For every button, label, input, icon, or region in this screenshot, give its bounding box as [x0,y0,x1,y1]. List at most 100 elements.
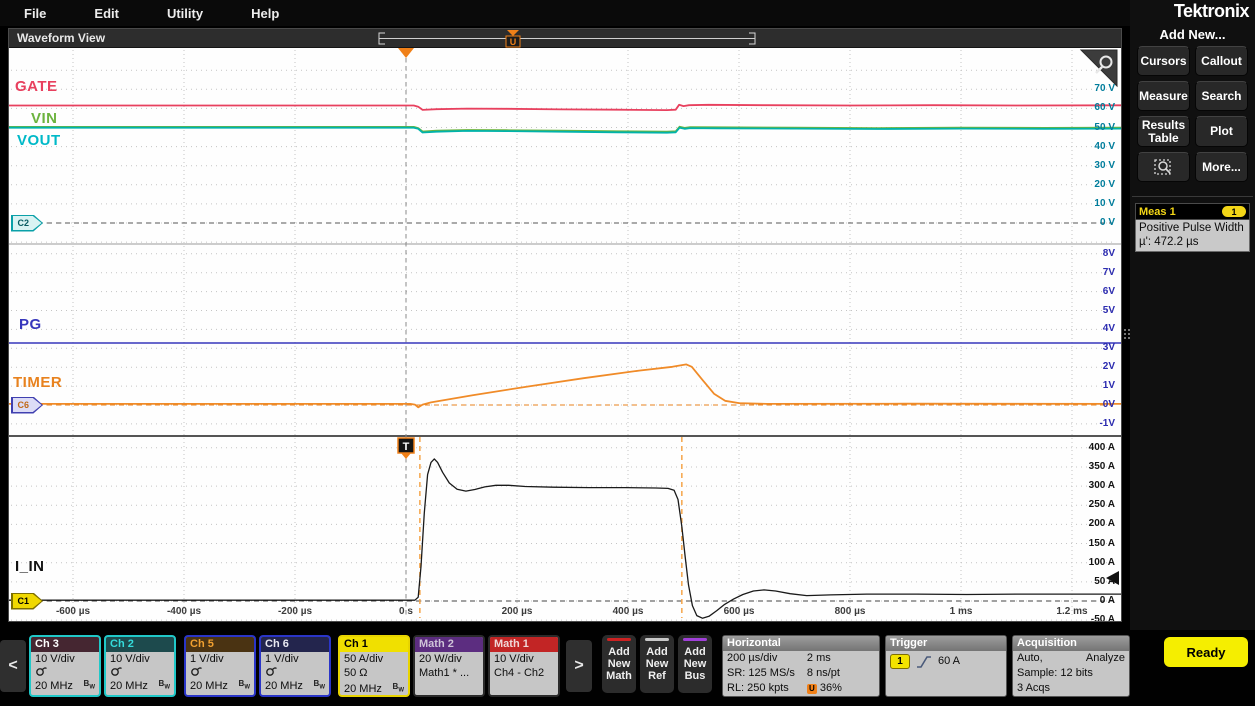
meas1-result-type: Positive Pulse Width [1139,222,1244,234]
axis-tick-label: 70 V [1094,83,1115,95]
channel-badge-header: Ch 1 [340,637,408,652]
waveform-view-titlebar: Waveform View U [9,29,1121,48]
axis-tick-label: 10 V [1094,197,1115,209]
sidebar-button-results-table[interactable]: Results Table [1137,116,1190,148]
meas1-badge[interactable]: Meas 1 1 Positive Pulse Width µ': 472.2 … [1135,203,1250,252]
axis-tick-label: 8V [1102,247,1115,259]
time-axis-label: 400 µs [612,606,644,617]
trigger-panel[interactable]: Trigger 1 60 A [885,635,1007,697]
axis-tick-label: 250 A [1088,499,1115,511]
probe-icon [111,667,122,676]
add-new-bus-button[interactable]: Add New Bus [678,635,712,693]
channel-badge-math2[interactable]: Math 2 20 W/div Math1 * ... [413,635,485,697]
axis-tick-label: 20 V [1094,178,1115,190]
waveform-view-title: Waveform View [17,31,106,45]
probe-icon [191,667,202,676]
badge-info-row: Math1 * ... [419,667,470,679]
acquisition-row-1: Auto, Analyze [1017,652,1125,664]
trace-name-vin: VIN [31,110,58,127]
waveform-plot-area[interactable]: T 70 V 60 V 50 V 40 V 30 V 20 V 10 V 0 V 8V 7V 6V 5V… [9,48,1121,621]
menu-item-edit[interactable]: Edit [70,6,143,21]
badge-info-row: 50 Ω [344,667,368,679]
meas1-count-pill: 1 [1222,206,1246,217]
axis-tick-label: 60 V [1094,102,1115,114]
channel-badge-math1[interactable]: Math 1 10 V/div Ch4 - Ch2 [488,635,560,697]
trigger-t-pointer [401,453,411,459]
badge-scale-row: 20 W/div [419,653,462,665]
horizontal-panel[interactable]: Horizontal 200 µs/div 2 ms SR: 125 MS/s 8 ns… [722,635,880,697]
bandwidth-limit-icon: BW [313,679,325,691]
scroll-badges-left-button[interactable]: < [0,640,26,692]
probe-icon [266,667,277,676]
horizontal-position-overview[interactable]: U [377,29,757,48]
sidebar-button-zoom-select[interactable] [1137,152,1190,183]
meas1-name: Meas 1 [1139,205,1176,218]
acquisition-status-ready: Ready [1164,637,1248,667]
waveform-canvas: T [9,48,1121,621]
overview-position-triangle[interactable] [507,30,519,36]
axis-tick-label: 50 V [1094,121,1115,133]
trigger-position-triangle[interactable] [398,48,414,58]
trace-timer[interactable] [9,363,1121,409]
overview-marker-label: U [510,37,517,47]
time-axis-label: 200 µs [501,606,533,617]
add-new-ref-button[interactable]: Add New Ref [640,635,674,693]
sidebar-button-callout[interactable]: Callout [1195,46,1248,76]
sidebar-button-measure[interactable]: Measure [1137,81,1190,111]
horizontal-row-3: RL: 250 kpts U 36% [727,682,842,694]
axis-tick-label: 200 A [1088,518,1115,530]
channel-ref-c6[interactable]: C6 [11,396,43,414]
axis-tick-label: 5V [1102,304,1115,316]
sidebar-button-search[interactable]: Search [1195,81,1248,111]
badge-bandwidth-row: 20 MHz BW [261,677,329,695]
badge-bandwidth-row: 20 MHz BW [186,677,254,695]
channel-badge-ch6[interactable]: Ch 61 V/div 20 MHz BW [259,635,331,697]
channel-badge-header: Ch 5 [186,637,254,652]
axis-tick-label: 50 A [1094,575,1115,587]
axis-tick-label: -1V [1099,417,1115,429]
menu-item-help[interactable]: Help [227,6,303,21]
channel-badge-ch3[interactable]: Ch 3 10 V/div 20 MHz BW [29,635,101,697]
add-new-math-button[interactable]: Add New Math [602,635,636,693]
channel-ref-c2[interactable]: C2 [11,214,43,232]
trigger-slope-rising-icon [917,655,931,668]
channel-badge-ch1[interactable]: Ch 1 50 A/div 50 Ω 20 MHz BW [338,635,410,697]
probe-icon [36,667,47,676]
channel-ref-c1[interactable]: C1 [11,592,43,610]
sidebar-button-cursors[interactable]: Cursors [1137,46,1190,76]
axis-tick-label: 3V [1102,342,1115,354]
menu-item-file[interactable]: File [0,6,70,21]
trace-name-timer: TIMER [13,374,63,391]
trigger-t-label: T [403,441,410,453]
channel-badge-header: Ch 6 [261,637,329,652]
bandwidth-limit-icon: BW [158,679,170,691]
badge-bandwidth-row: 20 MHz BW [31,677,99,695]
channel-badge-ch2[interactable]: Ch 2 10 V/div 20 MHz BW [104,635,176,697]
trigger-settings-row: 1 60 A [886,651,1006,669]
time-axis-label: -200 µs [277,606,313,617]
menu-item-utility[interactable]: Utility [143,6,227,21]
axis-tick-label: 300 A [1088,480,1115,492]
channel-badge-header: Math 2 [415,637,483,652]
meas1-header[interactable]: Meas 1 1 [1135,203,1250,220]
badge-scale-row: 50 A/div [344,653,384,665]
scroll-badges-right-button[interactable]: > [566,640,592,692]
axis-tick-label: 0V [1102,399,1115,410]
badge-bandwidth-row: 20 MHz BW [106,677,174,695]
time-axis-label: 600 µs [723,606,755,617]
sidebar-button-more[interactable]: More... [1195,152,1248,183]
axis-tick-label: 30 V [1094,159,1115,171]
badge-probe-row [31,666,99,677]
zoom-corner-icon[interactable] [1079,49,1118,88]
channel-badge-header: Ch 3 [31,637,99,652]
trace-gate[interactable] [9,103,1121,111]
trace-name-pg: PG [19,316,42,333]
panel-resize-handle[interactable] [1123,320,1130,348]
acquisition-panel[interactable]: Acquisition Auto, Analyze Sample: 12 bits 3 … [1012,635,1130,697]
axis-tick-label: -50 A [1090,614,1115,621]
sidebar-button-plot[interactable]: Plot [1195,116,1248,148]
channel-badge-ch5[interactable]: Ch 51 V/div 20 MHz BW [184,635,256,697]
badge-bandwidth-row: 20 MHz BW [340,680,408,695]
trace-i_in[interactable] [9,458,1121,619]
waveform-view-window: Waveform View U T 70 V 60 V 50 V 40 V 30 V 20 … [8,28,1122,622]
